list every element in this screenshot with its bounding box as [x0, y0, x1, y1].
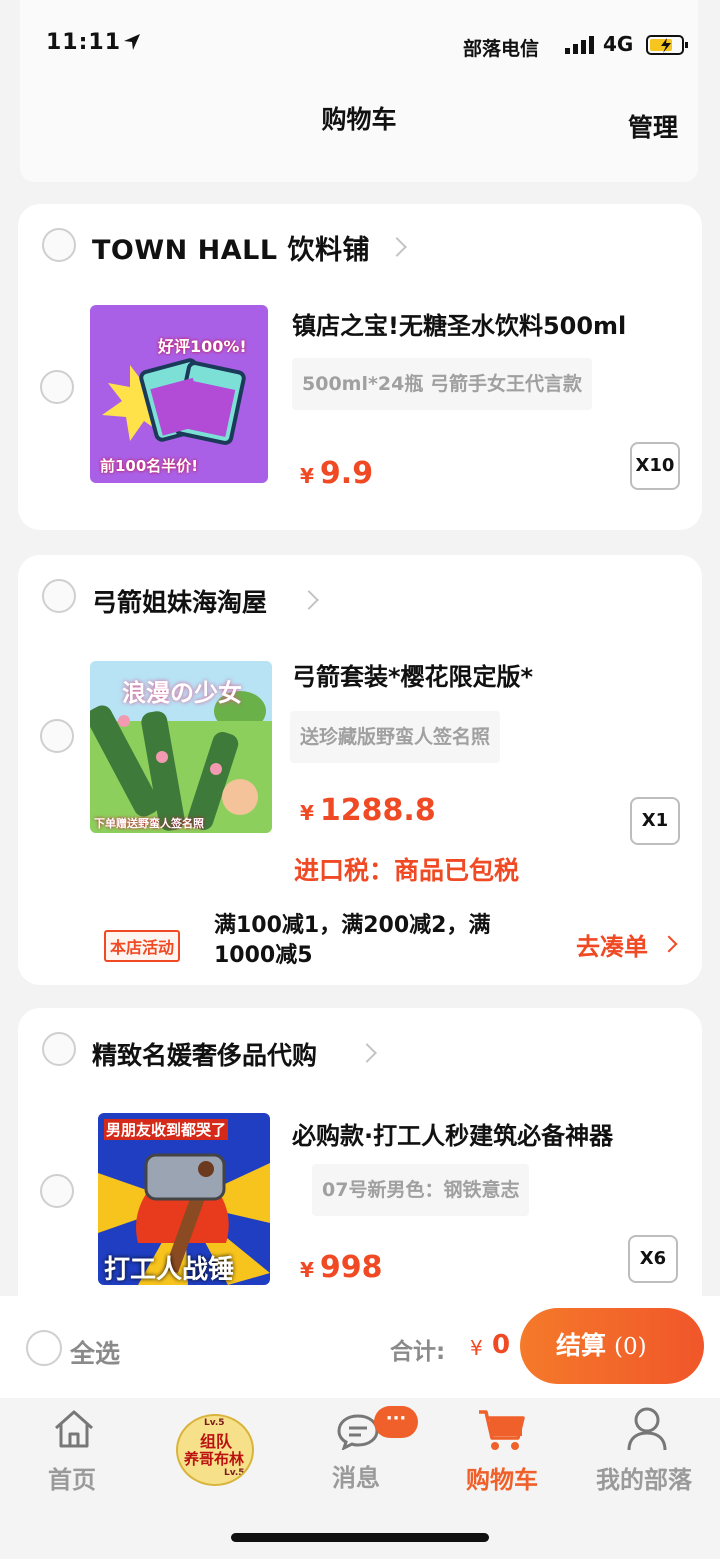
- battery-icon: [646, 35, 688, 55]
- shop-select-radio[interactable]: [42, 1032, 76, 1066]
- price-value: 1288.8: [319, 793, 436, 828]
- top-header: 11:11 部落电信 4G 购物车 管理: [20, 0, 698, 182]
- total-currency: ¥: [470, 1336, 483, 1360]
- signal-icon: [565, 36, 594, 54]
- checkout-bar: 全选 合计: ¥ 0 结算 (0): [0, 1296, 720, 1398]
- quantity-stepper[interactable]: X10: [630, 442, 680, 490]
- currency-symbol: ¥: [300, 1258, 314, 1282]
- message-badge: ···: [374, 1406, 418, 1438]
- product-title[interactable]: 镇店之宝!无糖圣水饮料500ml: [292, 306, 626, 341]
- home-icon: [55, 1410, 93, 1448]
- product-spec[interactable]: 07号新男色：钢铁意志: [312, 1164, 530, 1216]
- product-price: ¥998: [300, 1250, 383, 1285]
- bottom-tabbar: 首页 Lv.5 组队 养哥布林 Lv.51 消息 ··· 购物车 我的部落: [0, 1398, 720, 1559]
- tab-my-clan-label: 我的部落: [596, 1466, 692, 1494]
- image-badge-text: 浪漫の少女: [122, 679, 242, 707]
- total-value: 0: [492, 1330, 511, 1360]
- select-all-label[interactable]: 全选: [70, 1334, 120, 1370]
- user-icon: [627, 1407, 667, 1451]
- tab-home[interactable]: 首页: [36, 1398, 116, 1498]
- quantity-stepper[interactable]: X6: [628, 1235, 678, 1283]
- product-spec[interactable]: 500ml*24瓶 弓箭手女王代言款: [292, 358, 592, 410]
- shop-select-radio[interactable]: [42, 228, 76, 262]
- tab-messages-label: 消息: [332, 1464, 380, 1492]
- currency-symbol: ¥: [300, 801, 314, 825]
- total-label: 合计:: [390, 1339, 446, 1365]
- product-price: ¥1288.8: [300, 793, 436, 828]
- status-time: 11:11: [46, 30, 122, 55]
- checkout-label: 结算: [556, 1331, 607, 1360]
- tab-clan-avatar[interactable]: Lv.5 组队 养哥布林 Lv.51: [174, 1398, 254, 1486]
- shop-name[interactable]: TOWN HALL 饮料铺: [92, 228, 370, 267]
- price-value: 9.9: [319, 456, 374, 491]
- chevron-right-icon[interactable]: [299, 590, 319, 610]
- chevron-right-icon[interactable]: [660, 935, 678, 953]
- tab-cart-label: 购物车: [466, 1466, 538, 1494]
- product-image[interactable]: 好评100%! 前100名半价!: [90, 305, 268, 483]
- price-value: 998: [319, 1250, 383, 1285]
- tab-my-clan[interactable]: 我的部落: [596, 1398, 710, 1498]
- status-carrier: 部落电信: [463, 38, 540, 60]
- promo-tag: 本店活动: [104, 930, 181, 962]
- shop-card: 弓箭姐妹海淘屋 浪漫の少女 下单赠送野蛮人签名照 弓箭套装*樱花限定版* 送珍藏…: [18, 555, 702, 985]
- product-price: ¥9.9: [300, 456, 373, 491]
- gather-order-label: 去凑单: [576, 933, 648, 961]
- image-caption: 打工人战锤: [104, 1255, 235, 1285]
- product-image[interactable]: 男朋友收到都哭了 打工人战锤: [98, 1113, 270, 1285]
- product-title[interactable]: 弓箭套装*樱花限定版*: [292, 657, 533, 692]
- status-network: 4G: [603, 32, 634, 56]
- clan-avatar-icon: Lv.5 组队 养哥布林 Lv.51: [176, 1414, 254, 1486]
- tax-note: 进口税：商品已包税: [294, 856, 520, 885]
- quantity-stepper[interactable]: X1: [630, 797, 680, 845]
- chevron-right-icon[interactable]: [387, 237, 407, 257]
- avatar-lv-bottom: Lv.51: [224, 1468, 251, 1478]
- chevron-right-icon[interactable]: [357, 1043, 377, 1063]
- cart-icon: [479, 1410, 525, 1450]
- home-indicator[interactable]: [231, 1533, 489, 1542]
- avatar-line2: 养哥布林: [184, 1450, 245, 1468]
- select-all-radio[interactable]: [26, 1330, 62, 1366]
- image-badge-text: 好评100%!: [158, 337, 247, 356]
- tab-home-label: 首页: [48, 1466, 96, 1494]
- shop-name[interactable]: 弓箭姐妹海淘屋: [92, 583, 267, 619]
- checkout-count: (0): [614, 1334, 647, 1360]
- shop-card: TOWN HALL 饮料铺 好评100%! 前100名半价! 镇店之宝!无糖圣水…: [18, 204, 702, 530]
- page-title: 购物车: [321, 105, 397, 134]
- item-select-radio[interactable]: [40, 719, 74, 753]
- shop-card: 精致名媛奢侈品代购 男朋友收到都哭了 打工人战锤 必购款·打工人秒建筑必备神器 …: [18, 1008, 702, 1338]
- image-badge-text: 男朋友收到都哭了: [104, 1119, 229, 1140]
- product-spec[interactable]: 送珍藏版野蛮人签名照: [290, 711, 501, 763]
- item-select-radio[interactable]: [40, 1174, 74, 1208]
- image-caption: 下单赠送野蛮人签名照: [94, 817, 204, 830]
- tab-cart[interactable]: 购物车: [466, 1398, 556, 1498]
- currency-symbol: ¥: [300, 464, 314, 488]
- item-select-radio[interactable]: [40, 370, 74, 404]
- promo-text: 满100减1，满200减2，满1000减5: [214, 913, 491, 968]
- shop-select-radio[interactable]: [42, 579, 76, 613]
- image-caption: 前100名半价!: [100, 457, 199, 475]
- checkout-button[interactable]: 结算 (0): [520, 1308, 704, 1384]
- manage-button[interactable]: 管理: [628, 108, 678, 144]
- gather-order-link[interactable]: 去凑单: [576, 927, 648, 962]
- product-title[interactable]: 必购款·打工人秒建筑必备神器: [292, 1116, 613, 1151]
- location-arrow-icon: [124, 34, 140, 50]
- shop-name[interactable]: 精致名媛奢侈品代购: [92, 1036, 317, 1072]
- product-image[interactable]: 浪漫の少女 下单赠送野蛮人签名照: [90, 661, 272, 833]
- avatar-lv-top: Lv.5: [204, 1418, 225, 1428]
